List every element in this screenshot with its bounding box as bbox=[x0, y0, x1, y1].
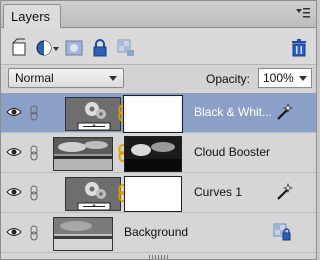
visibility-eye-icon[interactable] bbox=[6, 186, 22, 198]
visibility-eye-icon[interactable] bbox=[6, 226, 22, 238]
visibility-eye-icon[interactable] bbox=[6, 146, 22, 158]
blend-options-row: Normal Opacity: 100% bbox=[1, 66, 316, 92]
new-layer-icon[interactable] bbox=[10, 38, 30, 58]
layers-panel: Layers Normal Opacity: 100% Black & Whit… bbox=[0, 0, 317, 260]
wand-icon bbox=[277, 183, 293, 200]
wand-icon bbox=[277, 103, 293, 120]
layer-mask-icon[interactable] bbox=[64, 38, 84, 58]
opacity-value: 100% bbox=[263, 71, 294, 85]
layer-name: Cloud Booster bbox=[194, 145, 271, 159]
layer-mask-thumbnail[interactable] bbox=[124, 176, 182, 212]
locked-layer-icon[interactable] bbox=[273, 223, 291, 241]
chevron-down-icon bbox=[109, 76, 117, 81]
adjustment-thumbnail bbox=[65, 177, 121, 211]
layer-mask-thumbnail[interactable] bbox=[124, 136, 182, 172]
visibility-eye-icon[interactable] bbox=[6, 106, 22, 118]
gears-icon bbox=[66, 98, 120, 130]
layer-thumbnail bbox=[53, 217, 113, 251]
landscape-thumbnail-image bbox=[54, 138, 112, 170]
opacity-label: Opacity: bbox=[206, 72, 251, 86]
opacity-field[interactable]: 100% bbox=[258, 68, 312, 88]
mask-image bbox=[125, 137, 181, 171]
layer-name: Background bbox=[124, 225, 189, 239]
layer-row[interactable]: Cloud Booster bbox=[1, 133, 316, 173]
layer-row[interactable]: Curves 1 bbox=[1, 173, 316, 213]
resize-grip-icon[interactable] bbox=[149, 255, 169, 259]
panel-menu-icon[interactable] bbox=[296, 7, 310, 19]
lock-transparency-icon[interactable] bbox=[116, 38, 136, 58]
delete-layer-icon[interactable] bbox=[289, 38, 309, 58]
link-icon[interactable] bbox=[29, 225, 39, 241]
panel-tab-bar: Layers bbox=[1, 1, 316, 28]
layers-toolbar bbox=[1, 29, 316, 65]
layer-row[interactable]: Black & Whit... bbox=[1, 93, 316, 133]
link-icon[interactable] bbox=[29, 105, 39, 121]
chevron-down-icon[interactable] bbox=[299, 76, 307, 81]
lock-all-icon[interactable] bbox=[90, 38, 110, 58]
blend-mode-value: Normal bbox=[15, 71, 54, 85]
layer-mask-thumbnail[interactable] bbox=[123, 95, 183, 133]
adjustment-thumbnail bbox=[65, 97, 121, 131]
landscape-thumbnail-image bbox=[54, 218, 112, 250]
link-icon[interactable] bbox=[29, 145, 39, 161]
layer-name: Curves 1 bbox=[194, 185, 243, 199]
adjustment-layer-icon[interactable] bbox=[35, 38, 61, 58]
layer-row[interactable]: Background bbox=[1, 213, 316, 253]
tab-layers[interactable]: Layers bbox=[3, 4, 61, 28]
link-icon[interactable] bbox=[29, 185, 39, 201]
layer-thumbnail bbox=[53, 137, 113, 171]
layer-name: Black & Whit... bbox=[194, 105, 273, 119]
layers-list: Black & Whit... Cloud Booster Curves 1 B… bbox=[1, 93, 316, 253]
gears-icon bbox=[66, 178, 120, 210]
blend-mode-select[interactable]: Normal bbox=[8, 68, 124, 88]
